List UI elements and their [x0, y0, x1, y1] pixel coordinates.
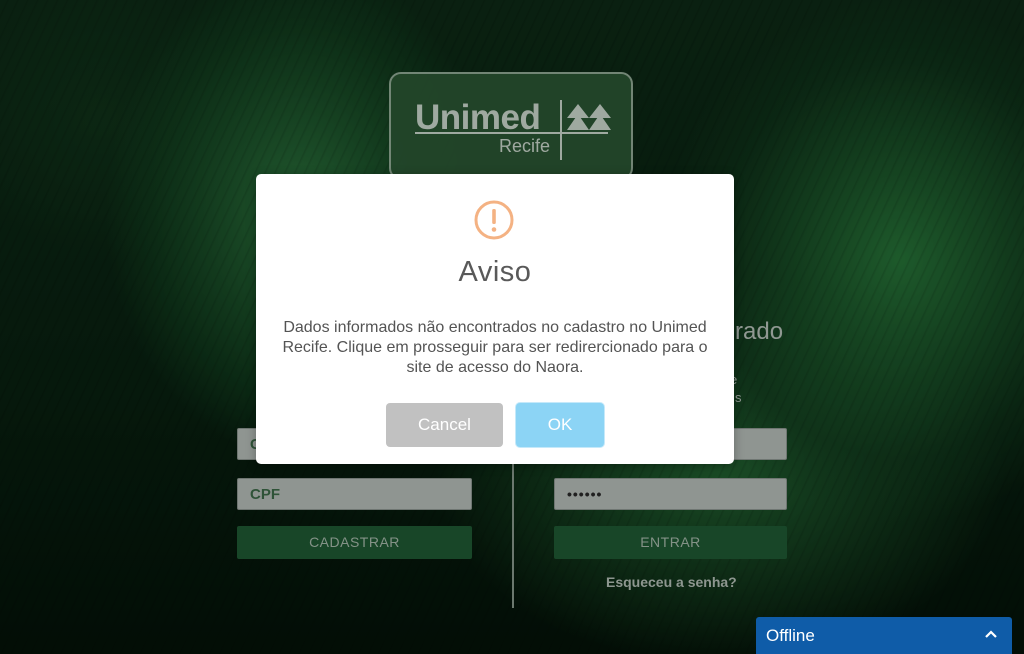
- dialog-message: Dados informados não encontrados no cada…: [282, 319, 708, 376]
- chevron-up-icon[interactable]: [984, 629, 998, 639]
- cancel-button[interactable]: Cancel: [386, 403, 503, 447]
- chat-widget-bar[interactable]: Offline: [756, 617, 1012, 654]
- dialog-title: Aviso: [458, 256, 532, 288]
- ok-button[interactable]: OK: [516, 403, 604, 447]
- exclamation-circle-icon: [474, 200, 514, 240]
- chat-status-label: Offline: [766, 626, 815, 645]
- alert-dialog: Aviso Dados informados não encontrados n…: [256, 174, 734, 464]
